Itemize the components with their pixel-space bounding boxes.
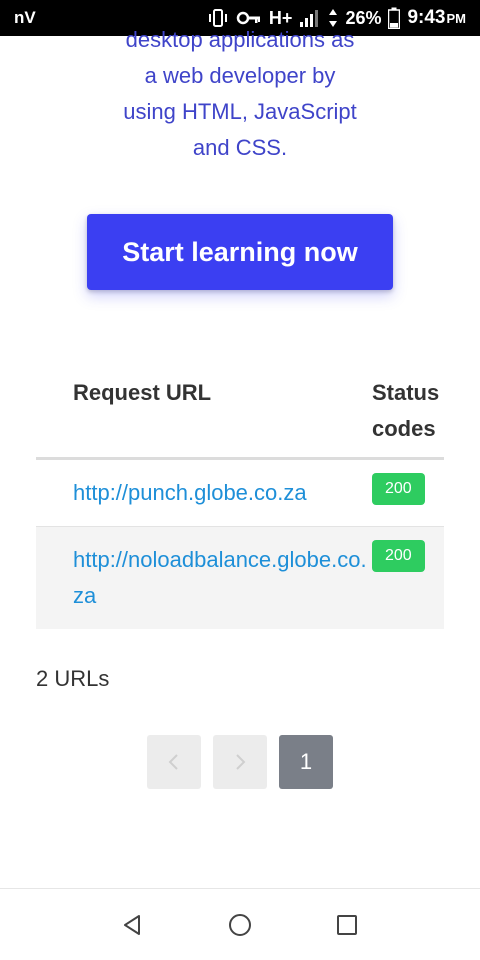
column-header-status-codes: Status codes	[372, 364, 444, 457]
request-url-link[interactable]: http://punch.globe.co.za	[36, 460, 372, 526]
request-url-link[interactable]: http://noloadbalance.globe.co.za	[36, 527, 372, 629]
status-cell: 200	[372, 460, 444, 526]
hero-line: using HTML, JavaScript	[123, 99, 357, 124]
url-table: Request URL Status codes http://punch.gl…	[36, 364, 444, 629]
back-triangle-icon	[124, 914, 141, 935]
table-header: Request URL Status codes	[36, 364, 444, 460]
status-header-line: codes	[372, 416, 436, 441]
status-badge: 200	[372, 540, 425, 572]
chevron-right-icon	[236, 754, 246, 770]
status-badge: 200	[372, 473, 425, 505]
back-button[interactable]	[113, 905, 153, 945]
table-row: http://punch.globe.co.za 200	[36, 460, 444, 527]
url-count: 2 URLs	[36, 666, 110, 691]
pagination: 1	[147, 735, 333, 789]
column-header-request-url: Request URL	[73, 380, 212, 405]
status-cell: 200	[372, 527, 444, 629]
table-row: http://noloadbalance.globe.co.za 200	[36, 527, 444, 629]
chevron-left-icon	[168, 754, 178, 770]
hero-description: desktop applications as a web developer …	[60, 22, 420, 166]
screen: nV H+ 26% 9:43PM desktop applications as…	[0, 0, 480, 960]
home-circle-icon	[228, 913, 251, 936]
page-button-current[interactable]: 1	[279, 735, 333, 789]
hero-line: desktop applications as	[125, 27, 355, 52]
home-button[interactable]	[220, 905, 260, 945]
clock-ampm: PM	[446, 11, 467, 26]
system-nav-bar	[0, 888, 480, 960]
recents-button[interactable]	[327, 905, 367, 945]
carrier-label: nV	[14, 8, 36, 27]
next-page-button[interactable]	[213, 735, 267, 789]
status-header-line: Status	[372, 380, 440, 405]
hero-line: and CSS.	[192, 135, 288, 160]
hero-line: a web developer by	[144, 63, 336, 88]
previous-page-button[interactable]	[147, 735, 201, 789]
start-learning-button[interactable]: Start learning now	[87, 214, 393, 290]
recents-square-icon	[336, 914, 357, 935]
